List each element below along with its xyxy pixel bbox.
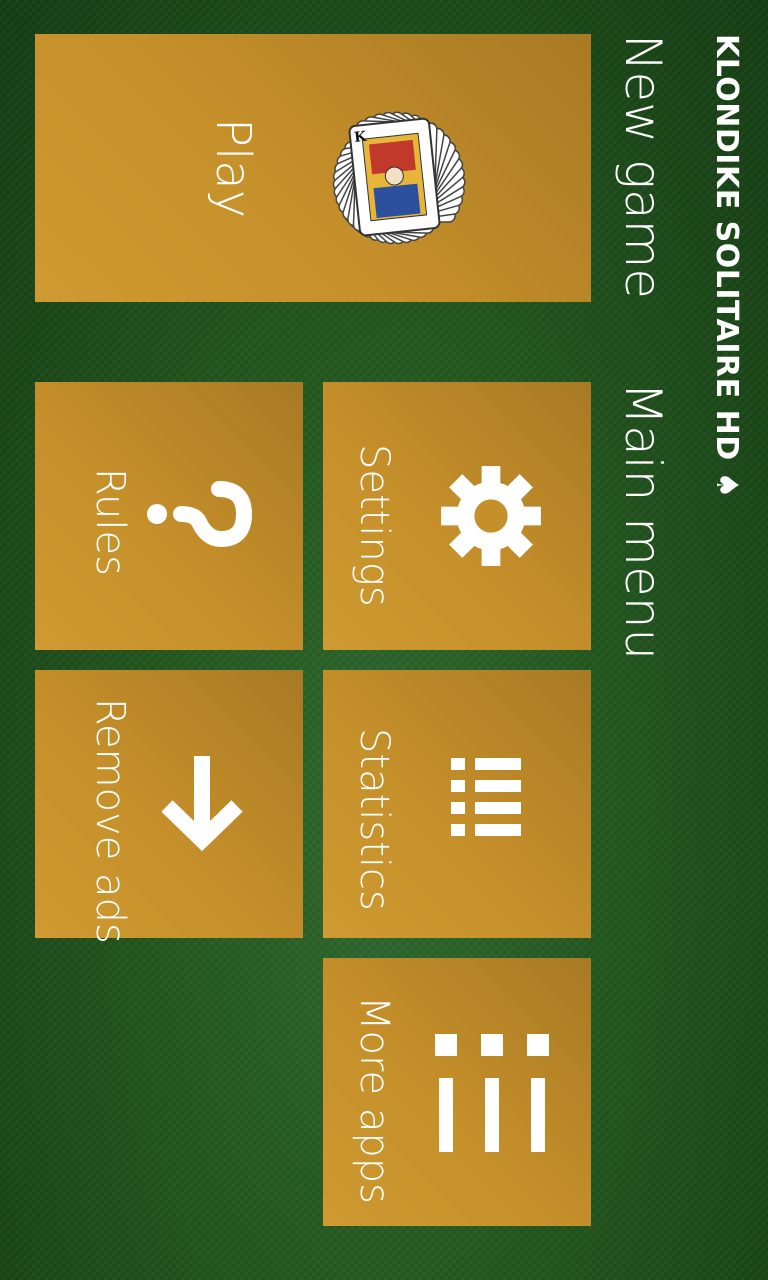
gear-icon [441,466,541,566]
rules-label: Rules [87,468,133,576]
statistics-label: Statistics [351,728,397,911]
remove-ads-tile[interactable]: Remove ads [35,670,303,944]
play-tile[interactable]: K Play [35,34,591,302]
question-mark-icon [147,481,253,548]
more-apps-label: More apps [351,996,397,1205]
remove-ads-label: Remove ads [87,698,133,944]
statistics-icon [451,758,521,836]
settings-tile[interactable]: Settings [323,382,591,650]
play-label: Play [205,118,261,219]
arrow-right-icon [161,756,243,852]
section-heading-main-menu: Main menu [614,382,672,661]
more-apps-icon [435,1034,549,1152]
rules-tile[interactable]: Rules [35,382,303,650]
statistics-tile[interactable]: Statistics [323,670,591,938]
playing-cards-icon: K [332,111,466,245]
section-heading-new-game: New game [614,34,672,300]
settings-label: Settings [351,444,397,607]
app-title: KLONDIKE SOLITAIRE HD ♠ [709,34,744,499]
more-apps-tile[interactable]: More apps [323,958,591,1226]
